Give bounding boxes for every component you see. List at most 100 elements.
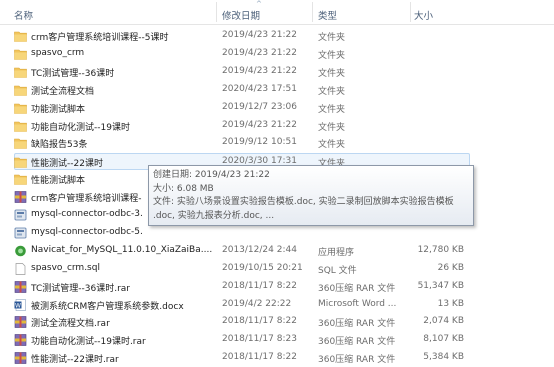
folder-icon <box>14 66 27 78</box>
file-date: 2020/4/23 17:51 <box>222 83 297 94</box>
rar-archive-icon <box>14 280 27 293</box>
file-name: 测试全流程文档.rar <box>31 319 110 330</box>
column-header-name[interactable]: 名称 <box>14 8 33 22</box>
file-size: 8,107 KB <box>423 334 464 345</box>
file-type: 应用程序 <box>318 247 355 258</box>
tooltip-size: 大小: 6.08 MB <box>153 183 214 194</box>
file-name: 性能测试--22课时 <box>31 159 103 170</box>
folder-icon <box>14 120 27 132</box>
rar-archive-icon <box>14 334 27 347</box>
file-type: 360压缩 RAR 文件 <box>318 337 396 348</box>
file-date: 2018/11/17 8:22 <box>222 352 297 363</box>
file-size: 5,384 KB <box>423 352 464 363</box>
list-item[interactable]: 功能自动化测试--19课时 2019/4/23 21:22 文件夹 <box>0 118 554 135</box>
tooltip-files: 文件: 实验八场景设置实验报告模板.doc, 实验二录制回放脚本实验报告模板 <box>153 197 454 207</box>
list-item[interactable]: 性能测试--22课时.rar 2018/11/17 8:22 360压缩 RAR 文… <box>0 350 554 367</box>
folder-icon <box>14 102 27 114</box>
file-date: 2018/11/17 8:22 <box>222 280 297 291</box>
svg-text:W: W <box>15 302 21 309</box>
list-item[interactable]: Navicat_for_MySQL_11.0.10_XiaZaiBa.... 20… <box>0 243 554 260</box>
file-size: 26 KB <box>437 262 464 273</box>
column-header-date[interactable]: 修改日期 <box>222 8 260 22</box>
file-name: spasvo_crm.sql <box>31 262 100 273</box>
file-name: Navicat_for_MySQL_11.0.10_XiaZaiBa.... <box>31 244 213 255</box>
list-item[interactable]: 缺陷报告53条 2019/9/12 10:51 文件夹 <box>0 135 554 152</box>
file-date: 2018/11/17 8:22 <box>222 316 297 327</box>
folder-icon <box>14 173 27 185</box>
rar-archive-icon <box>14 316 27 329</box>
folder-icon <box>14 30 27 42</box>
file-name: crm客户管理系统培训课程- <box>31 194 142 205</box>
column-header-type[interactable]: 类型 <box>318 8 337 22</box>
file-type: 文件夹 <box>318 33 346 43</box>
column-header-bar: 名称 ^ 修改日期 类型 大小 <box>0 0 554 25</box>
tooltip-files-cont: .doc, 实验九报表分析.doc, ... <box>153 210 275 221</box>
file-name: mysql-connector-odbc-3. <box>31 209 143 219</box>
folder-icon <box>14 137 27 150</box>
sort-indicator-icon: ^ <box>256 0 262 8</box>
installer-icon <box>14 227 27 239</box>
list-item[interactable]: spasvo_crm.sql 2019/10/15 20:21 SQL 文件 26 K… <box>0 261 554 278</box>
file-date: 2019/4/2 22:22 <box>222 298 292 309</box>
file-info-tooltip: 创建日期: 2019/4/23 21:22 大小: 6.08 MB 文件: 实验… <box>148 165 474 226</box>
file-name: spasvo_crm <box>31 47 85 58</box>
list-item[interactable]: spasvo_crm 2019/4/23 21:22 文件夹 <box>0 46 554 63</box>
file-date: 2019/4/23 21:22 <box>222 30 297 40</box>
list-item[interactable]: W 被测系统CRM客户管理系统参数.docx 2019/4/2 22:22 Micro… <box>0 297 554 314</box>
file-type: Microsoft Word ... <box>318 298 397 309</box>
application-icon <box>14 245 27 257</box>
list-item[interactable]: 测试全流程文档.rar 2018/11/17 8:22 360压缩 RAR 文件 2,… <box>0 314 554 331</box>
file-type: 360压缩 RAR 文件 <box>318 283 396 294</box>
list-item[interactable]: 功能测试脚本 2019/12/7 23:06 文件夹 <box>0 100 554 117</box>
column-divider[interactable] <box>216 2 217 22</box>
file-name: 功能测试脚本 <box>31 104 86 115</box>
file-icon <box>14 262 27 275</box>
file-name: mysql-connector-odbc-5. <box>31 226 143 237</box>
file-date: 2019/4/23 21:22 <box>222 47 297 58</box>
list-item[interactable]: crm客户管理系统培训课程--5课时 2019/4/23 21:22 文件夹 <box>0 28 554 45</box>
file-size: 51,347 KB <box>417 280 464 291</box>
installer-icon <box>14 209 27 221</box>
list-item[interactable]: TC测试管理--36课时.rar 2018/11/17 8:22 360压缩 RAR… <box>0 279 554 296</box>
column-header-size[interactable]: 大小 <box>414 8 433 22</box>
file-name: 性能测试脚本 <box>31 176 86 187</box>
file-date: 2019/4/23 21:22 <box>222 119 297 130</box>
folder-icon <box>14 84 27 96</box>
rar-archive-icon <box>14 352 27 364</box>
word-document-icon: W <box>14 298 27 311</box>
file-name: TC测试管理--36课时.rar <box>31 283 130 294</box>
list-item[interactable]: TC测试管理--36课时 2019/4/23 21:22 文件夹 <box>0 64 554 81</box>
file-type: 文件夹 <box>318 122 346 133</box>
file-name: 测试全流程文档 <box>31 86 95 97</box>
file-size: 12,780 KB <box>417 244 464 255</box>
list-item[interactable]: 功能自动化测试--19课时.rar 2018/11/17 8:23 360压缩 RA… <box>0 332 554 349</box>
file-type: 文件夹 <box>318 68 346 79</box>
file-name: 被测系统CRM客户管理系统参数.docx <box>31 301 184 312</box>
file-name: 性能测试--22课时.rar <box>31 355 119 366</box>
file-date: 2018/11/17 8:23 <box>222 334 297 345</box>
file-name: TC测试管理--36课时 <box>31 68 115 79</box>
list-item[interactable]: mysql-connector-odbc-5. <box>0 225 554 242</box>
column-divider[interactable] <box>410 2 411 22</box>
rar-archive-icon <box>14 191 27 203</box>
column-divider[interactable] <box>312 2 313 22</box>
file-name: 功能自动化测试--19课时.rar <box>31 337 146 348</box>
list-item[interactable]: 测试全流程文档 2020/4/23 17:51 文件夹 <box>0 82 554 99</box>
file-type: SQL 文件 <box>318 265 357 276</box>
tooltip-created: 创建日期: 2019/4/23 21:22 <box>153 170 270 180</box>
file-date: 2013/12/24 2:44 <box>222 244 297 255</box>
file-type: 文件夹 <box>318 86 346 97</box>
file-date: 2019/9/12 10:51 <box>222 137 297 148</box>
file-date: 2019/10/15 20:21 <box>222 262 303 273</box>
file-name: 缺陷报告53条 <box>31 140 88 151</box>
file-name: 功能自动化测试--19课时 <box>31 122 130 133</box>
file-date: 2019/12/7 23:06 <box>222 101 297 112</box>
file-type: 360压缩 RAR 文件 <box>318 319 396 330</box>
file-size: 2,074 KB <box>423 316 464 327</box>
folder-icon <box>14 48 27 60</box>
file-name: crm客户管理系统培训课程--5课时 <box>31 33 169 43</box>
file-type: 360压缩 RAR 文件 <box>318 355 396 366</box>
file-type: 文件夹 <box>318 50 346 61</box>
file-type: 文件夹 <box>318 140 346 151</box>
folder-icon <box>14 156 27 169</box>
